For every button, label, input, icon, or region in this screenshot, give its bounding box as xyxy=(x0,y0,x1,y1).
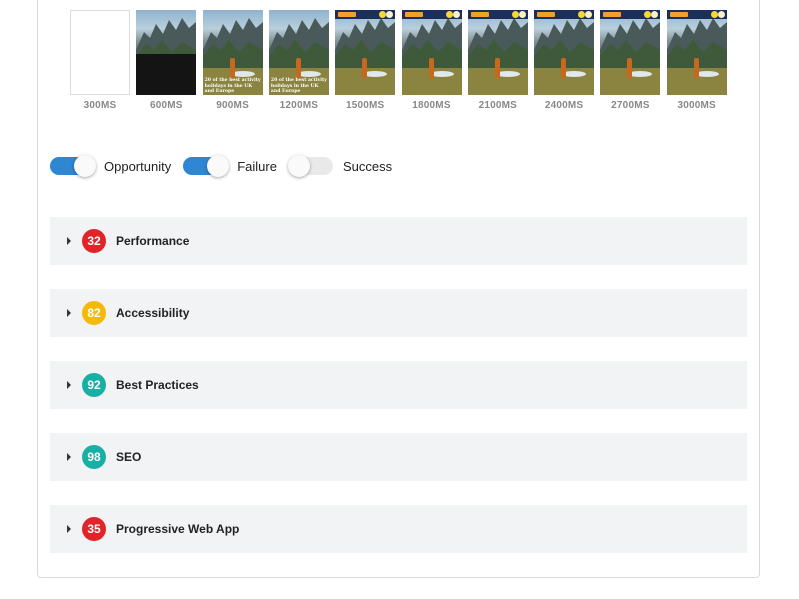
toggle-failure[interactable]: Failure xyxy=(183,155,277,177)
toggle-label: Failure xyxy=(237,158,277,174)
badge-icon xyxy=(585,11,593,18)
filmstrip-frame xyxy=(666,10,727,95)
hiker-figure xyxy=(627,58,633,78)
toggle-knob xyxy=(207,155,230,177)
frame-caption: 20 of the best activity holidays in the … xyxy=(204,78,261,94)
expand-arrow-icon[interactable] xyxy=(67,309,71,317)
expand-arrow-icon[interactable] xyxy=(67,453,71,461)
badge-icon xyxy=(379,11,387,18)
badge-icon xyxy=(644,11,652,18)
frame-time-label: 1200MS xyxy=(279,100,319,111)
site-logo-icon xyxy=(537,12,556,17)
filmstrip-frame: 20 of the best activity holidays in the … xyxy=(202,10,263,95)
badge-icon xyxy=(651,11,659,18)
expand-arrow-icon[interactable] xyxy=(67,237,71,245)
site-logo-icon xyxy=(603,12,622,17)
badge-icon xyxy=(578,11,586,18)
filter-toggles: Opportunity Failure Success xyxy=(50,155,404,177)
category-accessibility[interactable]: 82 Accessibility xyxy=(50,289,747,337)
toggle-switch[interactable] xyxy=(183,155,230,177)
site-header-bar xyxy=(467,10,528,19)
site-logo-icon xyxy=(669,12,688,17)
site-logo-icon xyxy=(338,12,357,17)
frame-time-label: 900MS xyxy=(216,100,249,111)
badge-icon xyxy=(452,11,460,18)
category-title: Performance xyxy=(116,234,190,248)
hiker-figure xyxy=(693,58,699,78)
category-best-practices[interactable]: 92 Best Practices xyxy=(50,361,747,409)
toggle-knob xyxy=(287,155,310,177)
hiker-figure xyxy=(229,58,235,78)
category-performance[interactable]: 32 Performance xyxy=(50,217,747,265)
site-logo-icon xyxy=(404,12,423,17)
expand-arrow-icon[interactable] xyxy=(67,381,71,389)
category-progressive-web-app[interactable]: 35 Progressive Web App xyxy=(50,505,747,553)
site-header-bar xyxy=(401,10,462,19)
frame-time-label: 2400MS xyxy=(544,100,584,111)
filmstrip-frame: 20 of the best activity holidays in the … xyxy=(268,10,329,95)
frame-time-label: 2100MS xyxy=(478,100,518,111)
badge-icon xyxy=(717,11,725,18)
frame-time-label: 2700MS xyxy=(611,100,650,111)
filmstrip: 300MS 600MS 20 of the best activity holida… xyxy=(70,10,730,115)
badge-icon xyxy=(710,11,718,18)
frame-caption: 20 of the best activity holidays in the … xyxy=(270,78,327,94)
badge-icon xyxy=(511,11,519,18)
toggle-label: Success xyxy=(342,158,393,174)
category-title: Accessibility xyxy=(116,306,190,320)
filmstrip-frame xyxy=(401,10,462,95)
frame-time-label: 3000MS xyxy=(677,100,716,111)
toggle-label: Opportunity xyxy=(104,158,172,174)
site-header-bar xyxy=(534,10,595,19)
hiker-figure xyxy=(561,58,567,78)
category-seo[interactable]: 98 SEO xyxy=(50,433,747,481)
category-title: Best Practices xyxy=(116,378,199,392)
frame-time-label: 1500MS xyxy=(345,100,385,111)
toggle-opportunity[interactable]: Opportunity xyxy=(50,155,172,177)
filmstrip-frame xyxy=(70,10,130,95)
hiker-figure xyxy=(295,58,301,78)
filmstrip-frame xyxy=(467,10,528,95)
frame-time-label: 1800MS xyxy=(412,100,451,111)
score-badge: 35 xyxy=(82,517,106,541)
filmstrip-frame xyxy=(136,10,197,95)
hiker-figure xyxy=(362,58,368,78)
filmstrip-frame xyxy=(335,10,396,95)
site-header-bar xyxy=(666,10,727,19)
score-badge: 98 xyxy=(82,445,106,469)
site-header-bar xyxy=(600,10,661,19)
toggle-success[interactable]: Success xyxy=(287,155,393,177)
expand-arrow-icon[interactable] xyxy=(67,525,71,533)
badge-icon xyxy=(445,11,453,18)
category-title: SEO xyxy=(116,450,142,464)
hiker-figure xyxy=(428,58,434,78)
score-badge: 82 xyxy=(82,301,106,325)
hiker-figure xyxy=(494,58,500,78)
category-title: Progressive Web App xyxy=(116,522,240,536)
frame-time-label: 300MS xyxy=(83,100,117,111)
badge-icon xyxy=(386,11,394,18)
site-header-bar xyxy=(335,10,396,19)
toggle-switch[interactable] xyxy=(287,155,333,177)
badge-icon xyxy=(518,11,526,18)
frame-time-label: 600MS xyxy=(149,100,183,111)
filmstrip-frame xyxy=(534,10,595,95)
toggle-switch[interactable] xyxy=(50,155,96,177)
score-badge: 32 xyxy=(82,229,106,253)
filmstrip-frame xyxy=(600,10,661,95)
toggle-knob xyxy=(74,155,96,177)
site-logo-icon xyxy=(470,12,489,17)
score-badge: 92 xyxy=(82,373,106,397)
